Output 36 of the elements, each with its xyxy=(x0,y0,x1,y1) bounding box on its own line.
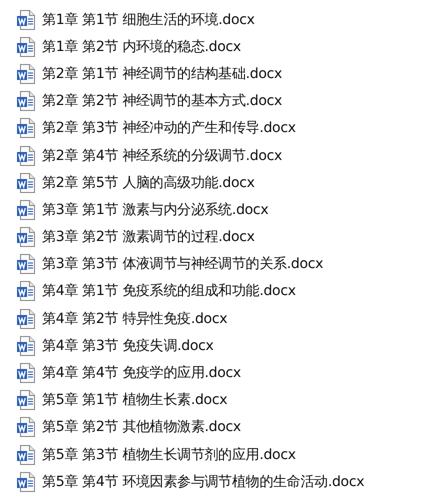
file-name[interactable]: 第3章 第1节 激素与内分泌系统.docx xyxy=(42,200,268,219)
document-icon xyxy=(17,417,35,438)
file-name[interactable]: 第4章 第1节 免疫系统的组成和功能.docx xyxy=(42,282,296,300)
file-name[interactable]: 第5章 第3节 植物生长调节剂的应用.docx xyxy=(42,446,296,464)
document-icon xyxy=(17,200,35,220)
file-name[interactable]: 第2章 第4节 神经系统的分级调节.docx xyxy=(42,146,282,165)
document-icon xyxy=(17,227,35,248)
document-icon xyxy=(17,281,35,302)
document-icon xyxy=(17,172,35,193)
document-icon xyxy=(17,363,35,384)
file-name[interactable]: 第2章 第5节 人脑的高级功能.docx xyxy=(42,174,255,192)
document-icon xyxy=(17,390,35,410)
file-name[interactable]: 第2章 第1节 神经调节的结构基础.docx xyxy=(42,64,282,83)
file-name[interactable]: 第2章 第2节 神经调节的基本方式.docx xyxy=(42,92,282,110)
document-icon xyxy=(17,36,35,57)
file-name[interactable]: 第3章 第2节 激素调节的过程.docx xyxy=(42,228,255,246)
file-name[interactable]: 第4章 第4节 免疫学的应用.docx xyxy=(42,364,241,382)
document-icon xyxy=(17,64,35,84)
file-name[interactable]: 第1章 第2节 内环境的稳态.docx xyxy=(42,38,241,56)
document-icon xyxy=(17,146,35,166)
document-icon xyxy=(17,444,35,465)
document-icon xyxy=(17,10,35,30)
document-icon xyxy=(17,118,35,138)
document-icon xyxy=(17,254,35,274)
file-name[interactable]: 第5章 第2节 其他植物激素.docx xyxy=(42,418,241,436)
file-name[interactable]: 第4章 第3节 免疫失调.docx xyxy=(42,336,214,355)
file-name[interactable]: 第1章 第1节 细胞生活的环境.docx xyxy=(42,10,255,29)
document-icon xyxy=(17,336,35,356)
file-name[interactable]: 第2章 第3节 神经冲动的产生和传导.docx xyxy=(42,119,296,138)
file-name[interactable]: 第5章 第1节 植物生长素.docx xyxy=(42,391,228,410)
document-icon xyxy=(17,308,35,329)
file-name[interactable]: 第5章 第4节 环境因素参与调节植物的生命活动.docx xyxy=(42,472,364,491)
document-icon xyxy=(17,472,35,492)
file-name[interactable]: 第4章 第2节 特异性免疫.docx xyxy=(42,310,228,328)
file-name[interactable]: 第3章 第3节 体液调节与神经调节的关系.docx xyxy=(42,255,324,274)
document-icon xyxy=(17,91,35,112)
